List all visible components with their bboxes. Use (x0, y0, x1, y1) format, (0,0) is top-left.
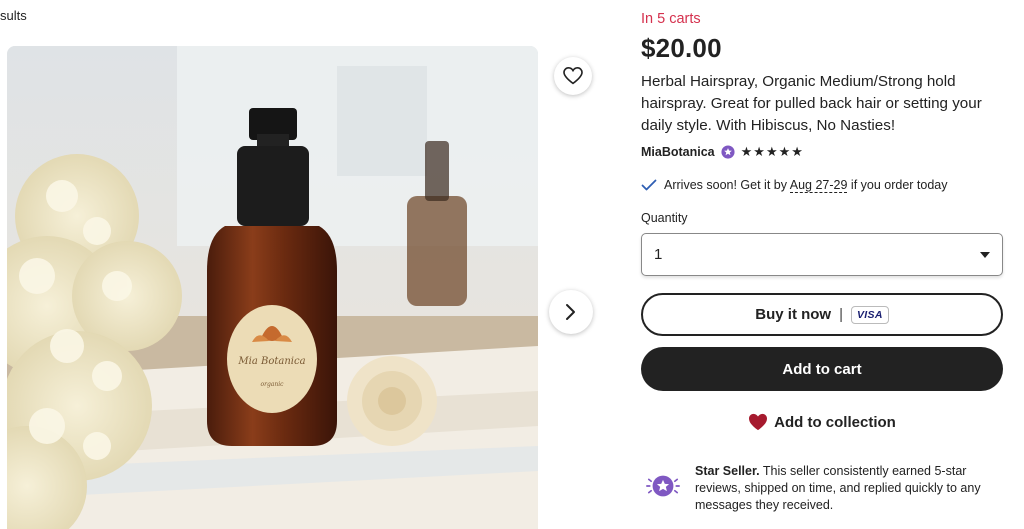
rating-stars[interactable]: ★★★★★ (741, 144, 804, 160)
heart-outline-icon (563, 67, 583, 85)
seller-name[interactable]: MiaBotanica (641, 145, 715, 159)
chevron-right-icon (566, 304, 575, 320)
quantity-label: Quantity (641, 211, 688, 225)
heart-filled-icon (749, 413, 768, 431)
bottle-label-brand: Mia Botanica (237, 356, 305, 367)
star-seller-text: Star Seller. This seller consistently ea… (695, 463, 1003, 514)
favorite-button[interactable] (554, 57, 592, 95)
add-to-collection-label: Add to collection (774, 413, 896, 431)
buy-it-now-button[interactable]: Buy it now | VISA (641, 293, 1003, 336)
price: $20.00 (641, 33, 722, 63)
quantity-value: 1 (654, 246, 663, 263)
checkmark-icon (641, 179, 657, 191)
caret-down-icon (980, 251, 990, 258)
arrival-suffix: if you order today (847, 178, 948, 192)
buy-it-now-label: Buy it now (755, 306, 832, 323)
visa-icon: VISA (851, 305, 889, 324)
listing-title: Herbal Hairspray, Organic Medium/Strong … (641, 73, 982, 134)
seller-row: MiaBotanica ★★★★★ (641, 144, 804, 160)
in-carts-notice: In 5 carts (641, 11, 701, 27)
quantity-select[interactable]: 1 (641, 233, 1003, 276)
product-image[interactable]: Mia Botanica organic (7, 46, 538, 529)
arrival-date[interactable]: Aug 27-29 (789, 178, 848, 193)
arrival-estimate: Arrives soon! Get it by Aug 27-29 if you… (641, 178, 948, 193)
star-seller-badge-icon (646, 475, 680, 497)
breadcrumb[interactable]: sults (0, 8, 27, 23)
add-to-collection-button[interactable]: Add to collection (641, 413, 1003, 431)
arrival-prefix: Arrives soon! Get it by (664, 178, 790, 192)
star-seller-title: Star Seller. (695, 464, 760, 478)
product-photo: Mia Botanica organic (7, 46, 538, 529)
buy-it-now-separator: | (839, 306, 843, 323)
bottle-label-sub: organic (260, 381, 284, 388)
next-image-button[interactable] (549, 290, 593, 334)
star-seller-icon (721, 145, 735, 159)
star-seller-info: Star Seller. This seller consistently ea… (645, 463, 1003, 514)
add-to-cart-button[interactable]: Add to cart (641, 347, 1003, 391)
